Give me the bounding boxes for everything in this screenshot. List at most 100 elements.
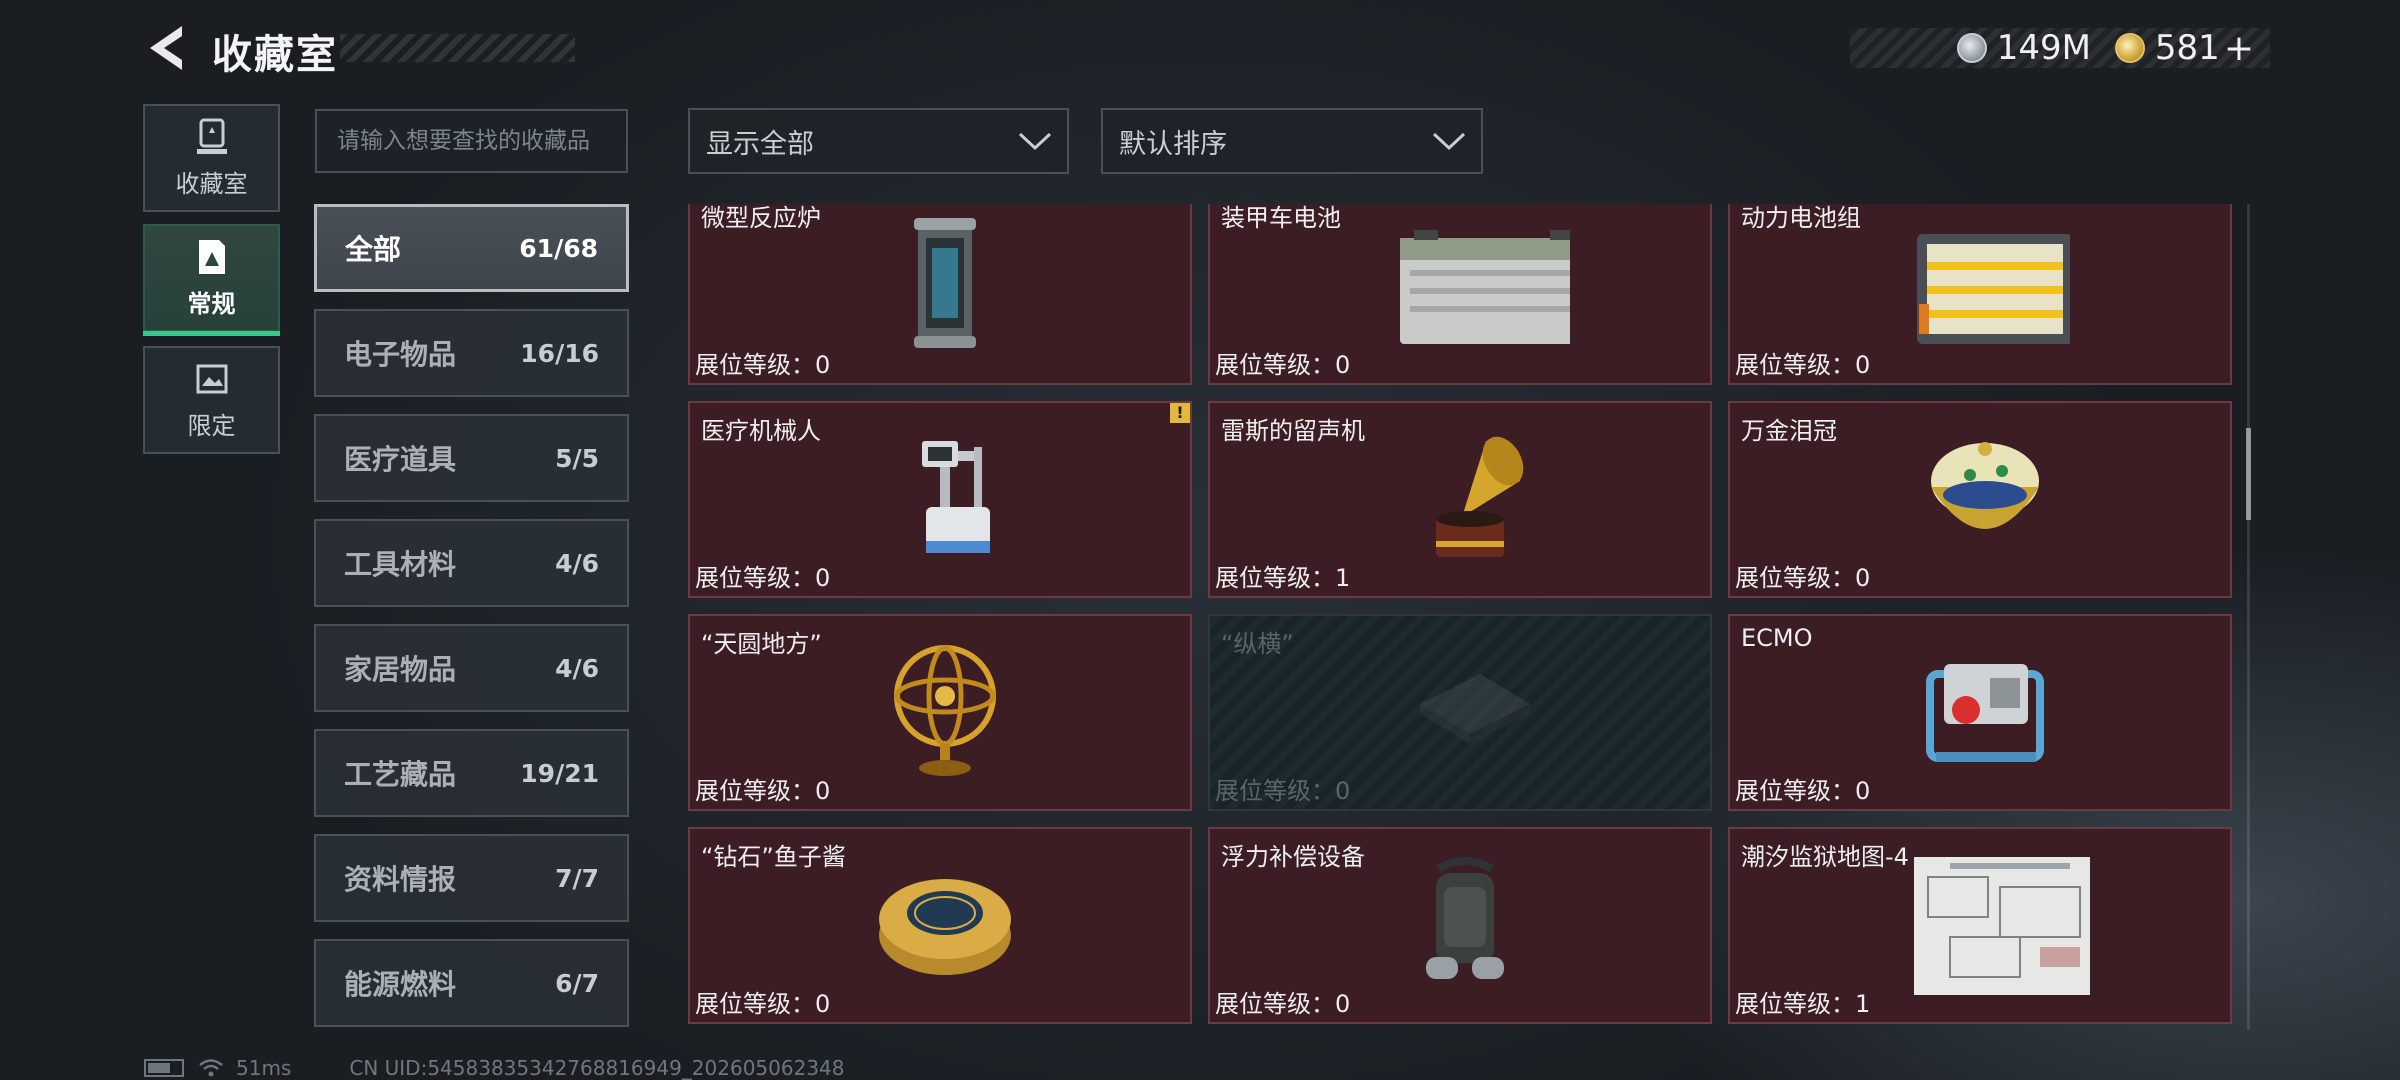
collection-card[interactable]: 浮力补偿设备 展位等级：0 (1208, 827, 1712, 1024)
item-level: 展位等级：0 (1735, 351, 1871, 379)
item-name: 医疗机械人 (701, 417, 821, 445)
silver-currency-value: 149M (1996, 28, 2091, 68)
micro-reactor-icon (914, 218, 976, 348)
category-name: 全部 (345, 233, 402, 266)
buoyancy-device-icon (1426, 857, 1504, 979)
item-name: 潮汐监狱地图-4 (1741, 843, 1909, 871)
category-crafts[interactable]: 工艺藏品 19/21 (314, 729, 629, 817)
display-filter-value: 显示全部 (706, 128, 814, 160)
title-decoration (340, 34, 575, 62)
header: 收藏室 149M 581 + (0, 0, 2400, 90)
trophy-icon (196, 118, 227, 154)
item-name: 万金泪冠 (1741, 417, 1837, 445)
category-count: 61/68 (519, 233, 598, 263)
item-name: “纵横” (1221, 630, 1294, 658)
item-name: “天圆地方” (701, 630, 822, 658)
category-tools[interactable]: 工具材料 4/6 (314, 519, 629, 607)
ping-value: 51ms (236, 1056, 292, 1080)
side-tab-label: 限定 (187, 411, 236, 440)
item-level: 展位等级：0 (1735, 564, 1871, 592)
side-tab-collection-room[interactable]: 收藏室 (143, 104, 280, 212)
caviar-tin-icon (879, 879, 1011, 975)
item-level: 展位等级：0 (1215, 777, 1351, 805)
scrollbar-track[interactable] (2247, 204, 2250, 1030)
item-level: 展位等级：0 (1215, 351, 1351, 379)
collection-card[interactable]: “天圆地方” 展位等级：0 (688, 614, 1192, 811)
category-count: 16/16 (520, 338, 599, 368)
collection-card[interactable]: 微型反应炉 展位等级：0 (688, 204, 1192, 385)
warning-badge: ! (1170, 403, 1190, 423)
category-count: 4/6 (555, 653, 599, 683)
silver-coin-icon (1956, 33, 1987, 63)
category-all[interactable]: 全部 61/68 (314, 204, 629, 292)
category-household[interactable]: 家居物品 4/6 (314, 624, 629, 712)
collection-card[interactable]: 潮汐监狱地图-4 展位等级：1 (1728, 827, 2232, 1024)
jeweled-egg-icon (1931, 442, 2039, 529)
add-currency-button[interactable]: + (2224, 28, 2254, 69)
sort-dropdown[interactable]: 默认排序 (1101, 108, 1483, 174)
category-name: 资料情报 (344, 863, 457, 896)
item-level: 展位等级：0 (695, 990, 831, 1018)
category-medical[interactable]: 医疗道具 5/5 (314, 414, 629, 502)
ecmo-icon (1926, 664, 2044, 762)
category-name: 工艺藏品 (344, 758, 457, 791)
item-name: 装甲车电池 (1221, 204, 1341, 232)
collection-grid[interactable]: 微型反应炉 展位等级：0 装甲车电池 展位等级：0 动力电池组 展位等级：0 医… (688, 204, 2236, 1030)
side-tab-regular[interactable]: 常规 (143, 224, 280, 336)
item-level: 展位等级：0 (695, 351, 831, 379)
search-input[interactable] (315, 109, 628, 173)
image-icon (196, 364, 227, 393)
chevron-down-icon (1432, 132, 1466, 151)
item-level: 展位等级：1 (1215, 564, 1351, 592)
armillary-sphere-icon (894, 645, 996, 776)
collection-card[interactable]: 动力电池组 展位等级：0 (1728, 204, 2232, 385)
gold-coin-icon (2114, 33, 2145, 63)
category-name: 电子物品 (344, 338, 457, 371)
item-level: 展位等级：0 (1735, 777, 1871, 805)
gramophone-icon (1436, 436, 1524, 557)
side-tab-limited[interactable]: 限定 (143, 346, 280, 454)
gold-currency-value: 581 (2154, 28, 2220, 68)
side-tab-label: 常规 (187, 289, 236, 318)
medical-robot-icon (922, 441, 990, 553)
item-name: 浮力补偿设备 (1221, 843, 1365, 871)
collection-card[interactable]: 雷斯的留声机 展位等级：1 (1208, 401, 1712, 598)
side-tab-label: 收藏室 (175, 169, 248, 198)
uid-text: CN UID:54583835342768816949_202605062348 (349, 1056, 845, 1080)
collection-card[interactable]: “钻石”鱼子酱 展位等级：0 (688, 827, 1192, 1024)
item-name: ECMO (1741, 624, 1813, 652)
category-count: 6/7 (555, 968, 599, 998)
scrollbar-thumb[interactable] (2246, 428, 2251, 520)
item-name: 动力电池组 (1741, 204, 1861, 232)
category-name: 医疗道具 (344, 443, 457, 476)
item-level: 展位等级：0 (1215, 990, 1351, 1018)
page-title: 收藏室 (212, 32, 338, 78)
silver-currency: 149M (1956, 28, 2091, 68)
document-icon (198, 239, 225, 274)
battery-pack-icon (1917, 234, 2070, 344)
item-level: 展位等级：0 (695, 777, 831, 805)
back-arrow-icon[interactable] (142, 24, 186, 72)
wifi-icon (199, 1059, 223, 1077)
collection-card[interactable]: 医疗机械人 ! 展位等级：0 (688, 401, 1192, 598)
category-electronics[interactable]: 电子物品 16/16 (314, 309, 629, 397)
chess-board-icon (1420, 674, 1530, 744)
armored-battery-icon (1400, 230, 1570, 344)
category-intel[interactable]: 资料情报 7/7 (314, 834, 629, 922)
category-count: 19/21 (520, 758, 599, 788)
gold-currency: 581 + (2114, 28, 2254, 69)
category-count: 7/7 (555, 863, 599, 893)
battery-icon (144, 1059, 184, 1077)
collection-card-locked[interactable]: “纵横” 展位等级：0 (1208, 614, 1712, 811)
category-name: 工具材料 (344, 548, 457, 581)
category-name: 能源燃料 (344, 968, 457, 1001)
collection-card[interactable]: ECMO 展位等级：0 (1728, 614, 2232, 811)
item-name: “钻石”鱼子酱 (701, 843, 846, 871)
collection-card[interactable]: 装甲车电池 展位等级：0 (1208, 204, 1712, 385)
category-count: 5/5 (555, 443, 599, 473)
sort-value: 默认排序 (1119, 128, 1227, 160)
collection-card[interactable]: 万金泪冠 展位等级：0 (1728, 401, 2232, 598)
display-filter-dropdown[interactable]: 显示全部 (688, 108, 1069, 174)
category-fuel[interactable]: 能源燃料 6/7 (314, 939, 629, 1027)
chevron-down-icon (1018, 132, 1052, 151)
